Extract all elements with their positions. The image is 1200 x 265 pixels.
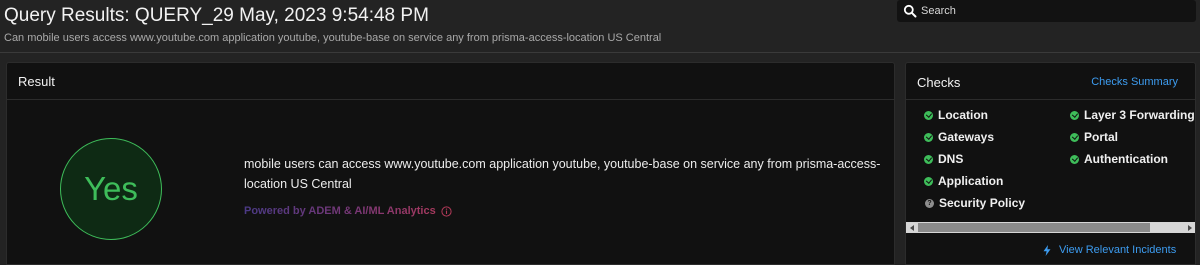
checks-panel-header: Checks Checks Summary	[906, 63, 1195, 100]
powered-by-text: Powered by ADEM & AI/ML Analytics	[244, 205, 436, 217]
verdict-badge: Yes	[60, 138, 162, 240]
result-panel: Result Yes mobile users can access www.y…	[6, 62, 895, 265]
check-label: Gateways	[938, 130, 995, 144]
scrollbar-thumb[interactable]	[918, 223, 1150, 232]
check-circle-icon	[924, 154, 933, 164]
check-label: DNS	[938, 152, 964, 166]
check-label: Portal	[1084, 130, 1119, 144]
scroll-right-arrow[interactable]	[1184, 222, 1195, 233]
incidents-link-label: View Relevant Incidents	[1059, 244, 1177, 256]
check-circle-icon	[924, 176, 933, 186]
check-item-dns[interactable]: DNS	[924, 152, 963, 166]
query-description: Can mobile users access www.youtube.com …	[4, 32, 662, 44]
view-relevant-incidents-link[interactable]: View Relevant Incidents	[1043, 244, 1176, 256]
check-item-location[interactable]: Location	[924, 108, 988, 122]
check-item-application[interactable]: Application	[924, 174, 1003, 188]
check-circle-icon	[1070, 110, 1079, 120]
check-circle-icon	[924, 110, 933, 120]
search-input[interactable]	[921, 5, 1181, 17]
scroll-left-arrow[interactable]	[906, 222, 917, 233]
check-label: Authentication	[1084, 152, 1168, 166]
lightning-bolt-icon	[1043, 244, 1051, 256]
check-label: Security Policy	[939, 196, 1026, 210]
powered-by-label: Powered by ADEM & AI/ML Analytics	[244, 205, 452, 217]
search-icon	[903, 4, 917, 18]
check-label: Layer 3 Forwarding	[1084, 108, 1195, 122]
check-circle-icon	[924, 132, 933, 142]
page-header: Query Results: QUERY_29 May, 2023 9:54:4…	[0, 0, 1200, 53]
check-item-portal[interactable]: Portal	[1070, 130, 1118, 144]
check-label: Location	[938, 108, 988, 122]
info-icon[interactable]	[441, 205, 452, 217]
checks-panel: Checks Checks Summary Location Gateways …	[905, 62, 1196, 265]
check-item-authentication[interactable]: Authentication	[1070, 152, 1168, 166]
query-results-page: Query Results: QUERY_29 May, 2023 9:54:4…	[0, 0, 1200, 265]
check-item-layer3-forwarding[interactable]: Layer 3 Forwarding	[1070, 108, 1195, 122]
question-circle-icon: ?	[925, 198, 934, 208]
check-label: Application	[938, 174, 1004, 188]
checks-summary-link[interactable]: Checks Summary	[1091, 76, 1178, 88]
horizontal-scrollbar[interactable]	[906, 222, 1195, 233]
check-item-gateways[interactable]: Gateways	[924, 130, 994, 144]
checks-title: Checks	[917, 75, 961, 90]
page-title: Query Results: QUERY_29 May, 2023 9:54:4…	[4, 5, 429, 26]
check-item-security-policy[interactable]: ? Security Policy	[925, 196, 1025, 210]
result-panel-header: Result	[7, 63, 894, 100]
result-answer-text: mobile users can access www.youtube.com …	[244, 157, 881, 191]
check-circle-icon	[1070, 154, 1079, 164]
check-circle-icon	[1070, 132, 1079, 142]
search-box[interactable]	[897, 0, 1196, 22]
